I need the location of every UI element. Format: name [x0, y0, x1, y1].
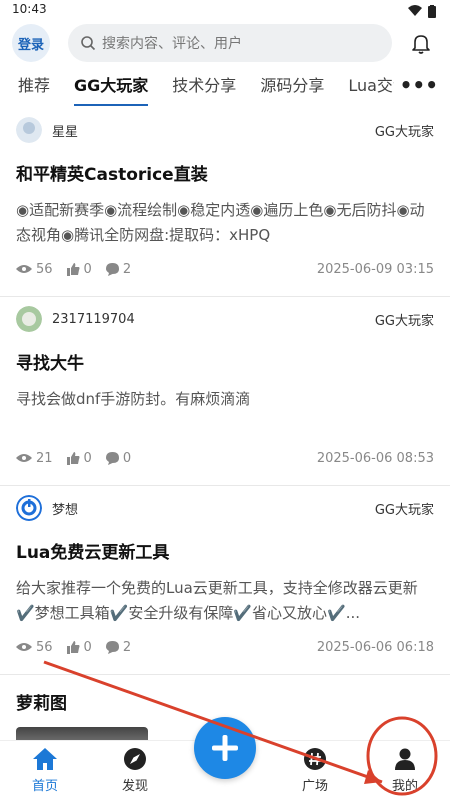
battery-icon: [428, 4, 436, 18]
tab-gg-player[interactable]: GG大玩家: [74, 66, 149, 108]
tab-tech-share[interactable]: 技术分享: [172, 66, 236, 108]
post-body: 寻找会做dnf手游防封。有麻烦滴滴: [16, 390, 251, 408]
avatar: [16, 117, 42, 143]
search-placeholder: 搜索内容、评论、用户: [102, 36, 242, 52]
search-input[interactable]: 搜索内容、评论、用户: [68, 24, 392, 62]
post-author[interactable]: 梦想: [52, 499, 375, 518]
user-icon: [395, 748, 415, 770]
comment-icon: [105, 451, 119, 465]
view-count: 56: [16, 262, 53, 277]
nav-home[interactable]: 首页: [0, 741, 90, 800]
post-title: Lua免费云更新工具: [16, 543, 170, 563]
tab-recommend[interactable]: 推荐: [18, 66, 50, 108]
like-count[interactable]: 0: [66, 262, 92, 277]
post-board: GG大玩家: [374, 124, 434, 140]
comment-icon: [105, 262, 119, 276]
thumbs-up-icon: [66, 262, 80, 276]
post-body: 给大家推荐一个免费的Lua云更新工具，支持全修改器云更新✔️梦想工具箱✔️安全升…: [16, 579, 418, 622]
nav-mine[interactable]: 我的: [360, 741, 450, 800]
post-thumbnail[interactable]: [16, 727, 148, 740]
post-body: ◉适配新赛季◉流程绘制◉稳定内透◉遍历上色◉无后防抖◉动态视角◉腾讯全防网盘:提…: [16, 201, 425, 244]
thumbs-up-icon: [66, 451, 80, 465]
hashtag-icon: [304, 748, 326, 770]
wifi-icon: [408, 5, 422, 16]
post-time: 2025-06-06 08:53: [316, 450, 434, 466]
post-title: 和平精英Castorice直装: [16, 165, 208, 185]
eye-icon: [16, 454, 32, 462]
eye-icon: [16, 265, 32, 273]
post-title: 萝莉图: [16, 694, 67, 714]
home-icon: [33, 748, 57, 770]
eye-icon: [16, 643, 32, 651]
comment-icon: [105, 640, 119, 654]
post-card[interactable]: 梦想 GG大玩家 Lua免费云更新工具 给大家推荐一个免费的Lua云更新工具，支…: [0, 486, 450, 675]
avatar: [16, 306, 42, 332]
view-count: 21: [16, 451, 53, 466]
comment-count[interactable]: 2: [105, 640, 131, 655]
post-feed: 星星 GG大玩家 和平精英Castorice直装 ◉适配新赛季◉流程绘制◉稳定内…: [0, 108, 450, 740]
avatar: [16, 495, 42, 521]
nav-mine-label: 我的: [391, 779, 418, 794]
create-post-button[interactable]: [194, 717, 256, 779]
post-author[interactable]: 星星: [52, 121, 375, 140]
plus-icon: [212, 735, 238, 761]
post-board: GG大玩家: [374, 502, 434, 518]
bottom-nav: 首页 发现 广场 我的: [0, 717, 450, 800]
nav-discover-label: 发现: [121, 779, 148, 794]
like-count[interactable]: 0: [66, 451, 92, 466]
like-count[interactable]: 0: [66, 640, 92, 655]
post-card[interactable]: 星星 GG大玩家 和平精英Castorice直装 ◉适配新赛季◉流程绘制◉稳定内…: [0, 108, 450, 297]
compass-icon: [124, 748, 146, 770]
login-button[interactable]: 登录: [12, 24, 50, 62]
status-time: 10:43: [12, 2, 47, 16]
top-bar: 登录 搜索内容、评论、用户: [0, 20, 450, 66]
nav-square-label: 广场: [301, 779, 328, 794]
nav-square[interactable]: 广场: [270, 741, 360, 800]
category-tabs: 推荐 GG大玩家 技术分享 源码分享 Lua交流 •••: [0, 66, 450, 108]
post-author[interactable]: 2317119704: [52, 312, 375, 327]
status-bar: 10:43: [0, 0, 450, 20]
post-card[interactable]: 2317119704 GG大玩家 寻找大牛 寻找会做dnf手游防封。有麻烦滴滴 …: [0, 297, 450, 486]
post-board: GG大玩家: [374, 313, 434, 329]
post-time: 2025-06-09 03:15: [316, 261, 434, 277]
nav-discover[interactable]: 发现: [90, 741, 180, 800]
more-icon[interactable]: •••: [393, 66, 438, 108]
post-title: 寻找大牛: [16, 354, 84, 374]
status-icons: [408, 2, 436, 20]
search-icon: [81, 36, 96, 51]
tab-source-share[interactable]: 源码分享: [260, 66, 324, 108]
comment-count[interactable]: 0: [105, 451, 131, 466]
nav-home-label: 首页: [31, 779, 58, 794]
thumbs-up-icon: [66, 640, 80, 654]
bell-icon[interactable]: [408, 30, 434, 56]
comment-count[interactable]: 2: [105, 262, 131, 277]
view-count: 56: [16, 640, 53, 655]
post-time: 2025-06-06 06:18: [316, 639, 434, 655]
